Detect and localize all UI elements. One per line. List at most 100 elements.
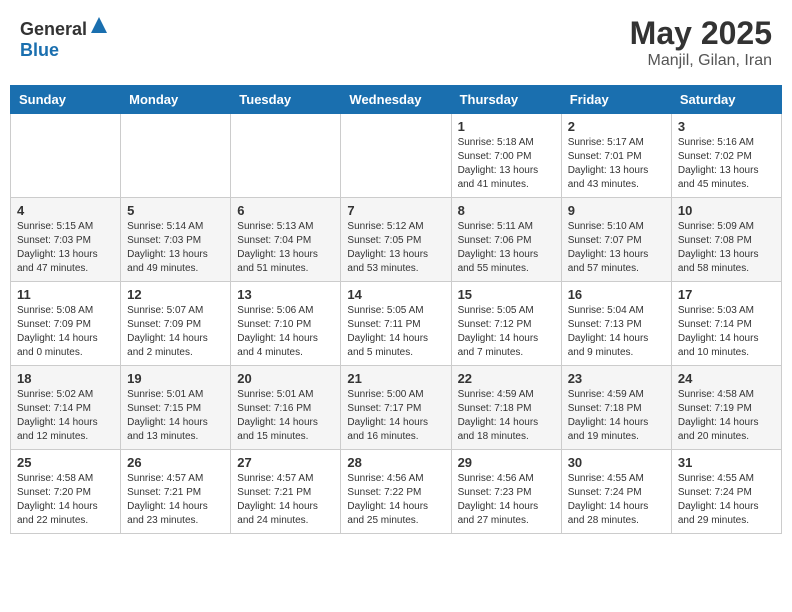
day-detail: Sunrise: 4:57 AMSunset: 7:21 PMDaylight:…: [237, 472, 334, 528]
page-header: General Blue May 2025 Manjil, Gilan, Ira…: [10, 10, 782, 75]
day-of-week-header: Sunday: [11, 86, 121, 114]
day-detail: Sunrise: 5:10 AMSunset: 7:07 PMDaylight:…: [568, 220, 665, 276]
calendar-table: SundayMondayTuesdayWednesdayThursdayFrid…: [10, 85, 782, 534]
day-number: 8: [458, 203, 555, 218]
calendar-cell: 24Sunrise: 4:58 AMSunset: 7:19 PMDayligh…: [671, 366, 781, 450]
day-number: 20: [237, 371, 334, 386]
calendar-cell: 5 Sunrise: 5:14 AMSunset: 7:03 PMDaylight…: [121, 198, 231, 282]
day-number: 4: [17, 203, 114, 218]
calendar-week-row: 18 Sunrise: 5:02 AMSunset: 7:14 PMDayligh…: [11, 366, 782, 450]
day-of-week-header: Saturday: [671, 86, 781, 114]
day-number: 27: [237, 455, 334, 470]
logo: General Blue: [20, 15, 109, 61]
location-title: Manjil, Gilan, Iran: [630, 52, 772, 70]
calendar-cell: 20 Sunrise: 5:01 AMSunset: 7:16 PMDayligh…: [231, 366, 341, 450]
day-detail: Sunrise: 5:15 AMSunset: 7:03 PMDaylight:…: [17, 220, 114, 276]
day-number: 17: [678, 287, 775, 302]
day-detail: Sunrise: 5:14 AMSunset: 7:03 PMDaylight:…: [127, 220, 224, 276]
day-number: 6: [237, 203, 334, 218]
day-detail: Sunrise: 5:08 AMSunset: 7:09 PMDaylight:…: [17, 304, 114, 360]
calendar-week-row: 11 Sunrise: 5:08 AMSunset: 7:09 PMDayligh…: [11, 282, 782, 366]
calendar-cell: 4 Sunrise: 5:15 AMSunset: 7:03 PMDaylight…: [11, 198, 121, 282]
day-number: 12: [127, 287, 224, 302]
calendar-cell: 28 Sunrise: 4:56 AMSunset: 7:22 PMDayligh…: [341, 450, 451, 534]
logo-text-general: General: [20, 19, 87, 39]
calendar-week-row: 4 Sunrise: 5:15 AMSunset: 7:03 PMDaylight…: [11, 198, 782, 282]
day-number: 24: [678, 371, 775, 386]
day-detail: Sunrise: 5:01 AMSunset: 7:15 PMDaylight:…: [127, 388, 224, 444]
day-detail: Sunrise: 5:16 AMSunset: 7:02 PMDaylight:…: [678, 136, 775, 192]
day-number: 25: [17, 455, 114, 470]
calendar-cell: 1Sunrise: 5:18 AMSunset: 7:00 PMDaylight…: [451, 114, 561, 198]
calendar-week-row: 1Sunrise: 5:18 AMSunset: 7:00 PMDaylight…: [11, 114, 782, 198]
day-detail: Sunrise: 5:05 AMSunset: 7:11 PMDaylight:…: [347, 304, 444, 360]
calendar-cell: 14 Sunrise: 5:05 AMSunset: 7:11 PMDayligh…: [341, 282, 451, 366]
calendar-week-row: 25 Sunrise: 4:58 AMSunset: 7:20 PMDayligh…: [11, 450, 782, 534]
day-detail: Sunrise: 5:18 AMSunset: 7:00 PMDaylight:…: [458, 136, 555, 192]
day-detail: Sunrise: 5:02 AMSunset: 7:14 PMDaylight:…: [17, 388, 114, 444]
title-block: May 2025 Manjil, Gilan, Iran: [630, 15, 772, 70]
calendar-cell: 16 Sunrise: 5:04 AMSunset: 7:13 PMDayligh…: [561, 282, 671, 366]
day-detail: Sunrise: 4:55 AMSunset: 7:24 PMDaylight:…: [568, 472, 665, 528]
month-title: May 2025: [630, 15, 772, 52]
day-number: 31: [678, 455, 775, 470]
day-number: 3: [678, 119, 775, 134]
calendar-cell: 3 Sunrise: 5:16 AMSunset: 7:02 PMDaylight…: [671, 114, 781, 198]
day-number: 16: [568, 287, 665, 302]
day-number: 26: [127, 455, 224, 470]
day-number: 14: [347, 287, 444, 302]
day-number: 19: [127, 371, 224, 386]
day-number: 10: [678, 203, 775, 218]
logo-text-blue: Blue: [20, 40, 59, 60]
day-number: 30: [568, 455, 665, 470]
calendar-cell: 23 Sunrise: 4:59 AMSunset: 7:18 PMDayligh…: [561, 366, 671, 450]
calendar-cell: 7 Sunrise: 5:12 AMSunset: 7:05 PMDaylight…: [341, 198, 451, 282]
day-detail: Sunrise: 5:04 AMSunset: 7:13 PMDaylight:…: [568, 304, 665, 360]
day-detail: Sunrise: 5:12 AMSunset: 7:05 PMDaylight:…: [347, 220, 444, 276]
day-detail: Sunrise: 4:58 AMSunset: 7:20 PMDaylight:…: [17, 472, 114, 528]
day-detail: Sunrise: 5:03 AMSunset: 7:14 PMDaylight:…: [678, 304, 775, 360]
day-number: 18: [17, 371, 114, 386]
day-number: 2: [568, 119, 665, 134]
calendar-cell: 31 Sunrise: 4:55 AMSunset: 7:24 PMDayligh…: [671, 450, 781, 534]
day-of-week-header: Wednesday: [341, 86, 451, 114]
day-number: 28: [347, 455, 444, 470]
calendar-cell: 15Sunrise: 5:05 AMSunset: 7:12 PMDayligh…: [451, 282, 561, 366]
day-number: 9: [568, 203, 665, 218]
day-detail: Sunrise: 4:55 AMSunset: 7:24 PMDaylight:…: [678, 472, 775, 528]
day-detail: Sunrise: 5:06 AMSunset: 7:10 PMDaylight:…: [237, 304, 334, 360]
calendar-cell: 6 Sunrise: 5:13 AMSunset: 7:04 PMDaylight…: [231, 198, 341, 282]
calendar-cell: 9 Sunrise: 5:10 AMSunset: 7:07 PMDaylight…: [561, 198, 671, 282]
day-number: 5: [127, 203, 224, 218]
calendar-cell: 18 Sunrise: 5:02 AMSunset: 7:14 PMDayligh…: [11, 366, 121, 450]
day-detail: Sunrise: 4:56 AMSunset: 7:22 PMDaylight:…: [347, 472, 444, 528]
calendar-cell: 17 Sunrise: 5:03 AMSunset: 7:14 PMDayligh…: [671, 282, 781, 366]
day-detail: Sunrise: 5:00 AMSunset: 7:17 PMDaylight:…: [347, 388, 444, 444]
calendar-cell: 2 Sunrise: 5:17 AMSunset: 7:01 PMDaylight…: [561, 114, 671, 198]
calendar-cell: 30 Sunrise: 4:55 AMSunset: 7:24 PMDayligh…: [561, 450, 671, 534]
calendar-cell: [341, 114, 451, 198]
day-detail: Sunrise: 5:09 AMSunset: 7:08 PMDaylight:…: [678, 220, 775, 276]
day-number: 7: [347, 203, 444, 218]
day-of-week-header: Thursday: [451, 86, 561, 114]
day-number: 29: [458, 455, 555, 470]
calendar-cell: [121, 114, 231, 198]
calendar-cell: 19 Sunrise: 5:01 AMSunset: 7:15 PMDayligh…: [121, 366, 231, 450]
day-detail: Sunrise: 5:17 AMSunset: 7:01 PMDaylight:…: [568, 136, 665, 192]
day-of-week-header: Friday: [561, 86, 671, 114]
day-detail: Sunrise: 5:01 AMSunset: 7:16 PMDaylight:…: [237, 388, 334, 444]
day-detail: Sunrise: 4:57 AMSunset: 7:21 PMDaylight:…: [127, 472, 224, 528]
day-detail: Sunrise: 5:13 AMSunset: 7:04 PMDaylight:…: [237, 220, 334, 276]
calendar-cell: 22Sunrise: 4:59 AMSunset: 7:18 PMDayligh…: [451, 366, 561, 450]
calendar-cell: 13 Sunrise: 5:06 AMSunset: 7:10 PMDayligh…: [231, 282, 341, 366]
calendar-cell: 8Sunrise: 5:11 AMSunset: 7:06 PMDaylight…: [451, 198, 561, 282]
calendar-cell: 12Sunrise: 5:07 AMSunset: 7:09 PMDayligh…: [121, 282, 231, 366]
day-number: 13: [237, 287, 334, 302]
day-detail: Sunrise: 4:59 AMSunset: 7:18 PMDaylight:…: [568, 388, 665, 444]
calendar-cell: 11 Sunrise: 5:08 AMSunset: 7:09 PMDayligh…: [11, 282, 121, 366]
calendar-cell: 10 Sunrise: 5:09 AMSunset: 7:08 PMDayligh…: [671, 198, 781, 282]
day-number: 23: [568, 371, 665, 386]
day-number: 11: [17, 287, 114, 302]
day-detail: Sunrise: 4:56 AMSunset: 7:23 PMDaylight:…: [458, 472, 555, 528]
day-of-week-header: Monday: [121, 86, 231, 114]
